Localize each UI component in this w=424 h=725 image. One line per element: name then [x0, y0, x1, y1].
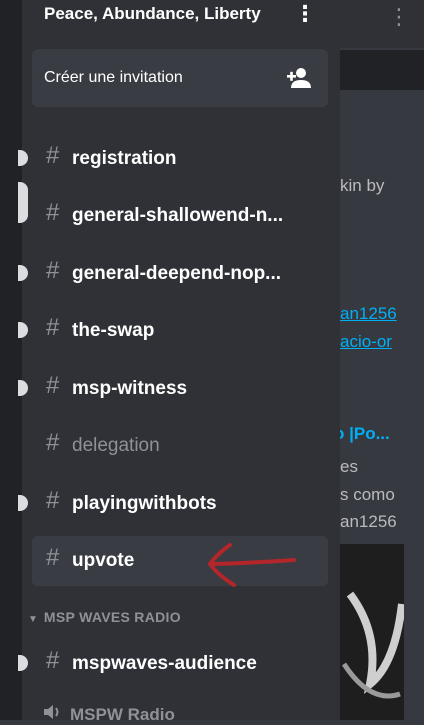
chat-link-fragment[interactable]: acio-or	[340, 332, 392, 352]
chat-link-fragment[interactable]: an1256	[340, 304, 397, 324]
channel-item-mspwaves-audience[interactable]: # mspwaves-audience	[32, 639, 328, 689]
channel-label: general-shallowend-n...	[72, 205, 284, 226]
chat-background: ⋮ kin by an1256 acio-or o |Po... es s co…	[340, 0, 424, 720]
chat-embed-title[interactable]: o |Po...	[340, 424, 390, 444]
category-label: MSP WAVES RADIO	[43, 609, 181, 625]
chat-header: ⋮	[340, 0, 424, 48]
channel-label: msp-witness	[72, 378, 188, 399]
voice-channel-label: MSPW Radio	[70, 705, 175, 724]
voice-channel-item[interactable]: MSPW Radio	[42, 704, 175, 725]
channel-item-playingwithbots[interactable]: # playingwithbots	[32, 479, 328, 529]
channel-item-general-shallowend[interactable]: # general-shallowend-n...	[32, 191, 328, 241]
channel-item-delegation[interactable]: # delegation	[32, 421, 328, 471]
channel-item-registration[interactable]: # registration	[32, 134, 328, 184]
hash-icon: #	[46, 199, 60, 226]
chat-text-fragment: an1256	[340, 512, 397, 531]
hash-icon: #	[46, 429, 60, 456]
chat-text-fragment: s como	[340, 485, 395, 504]
chevron-down-icon: ▼	[28, 614, 38, 625]
channel-item-the-swap[interactable]: # the-swap	[32, 306, 328, 356]
server-name[interactable]: Peace, Abundance, Liberty	[44, 4, 261, 24]
hash-icon: #	[46, 647, 60, 674]
add-person-icon	[286, 67, 312, 94]
server-rail	[0, 0, 22, 720]
invite-button[interactable]: Créer une invitation	[32, 49, 328, 107]
channel-item-msp-witness[interactable]: # msp-witness	[32, 364, 328, 414]
channel-label: playingwithbots	[72, 493, 217, 514]
channel-label: the-swap	[72, 320, 155, 341]
channel-label: registration	[72, 148, 177, 169]
hash-icon: #	[46, 544, 60, 571]
chat-text-fragment: kin by	[340, 176, 385, 195]
channel-label: general-deepend-nop...	[72, 263, 282, 284]
speaker-icon	[42, 704, 62, 725]
channel-panel: Peace, Abundance, Liberty ⋮ Créer une in…	[22, 0, 340, 724]
chat-embed-image	[340, 544, 404, 720]
hash-icon: #	[46, 314, 60, 341]
channel-label: upvote	[72, 550, 135, 571]
hash-icon: #	[46, 257, 60, 284]
invite-label: Créer une invitation	[44, 69, 183, 86]
chat-more-icon[interactable]: ⋮	[388, 4, 410, 30]
channel-item-general-deepend[interactable]: # general-deepend-nop...	[32, 249, 328, 299]
channel-label: delegation	[72, 435, 160, 456]
hash-icon: #	[46, 487, 60, 514]
channel-label: mspwaves-audience	[72, 653, 257, 674]
category-header[interactable]: ▼ MSP WAVES RADIO	[28, 609, 181, 627]
hash-icon: #	[46, 372, 60, 399]
annotation-arrow-icon	[207, 543, 296, 587]
server-menu-icon[interactable]: ⋮	[294, 1, 316, 27]
hash-icon: #	[46, 142, 60, 169]
chat-banner	[340, 50, 424, 90]
chat-text-fragment: es	[340, 457, 358, 476]
